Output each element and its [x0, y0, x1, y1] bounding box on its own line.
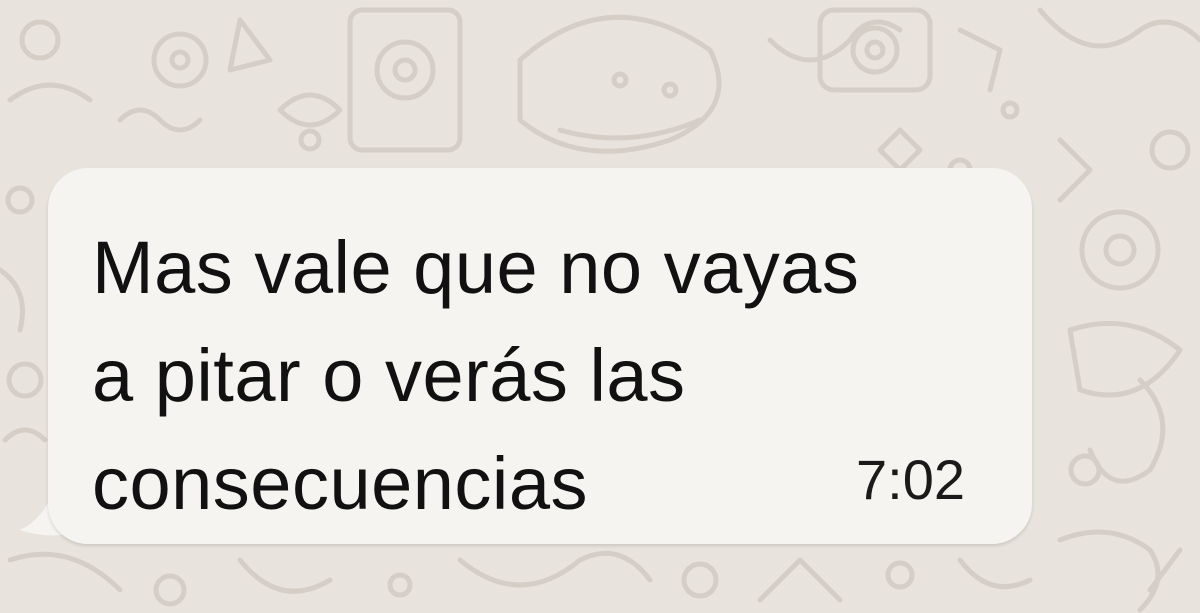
message-timestamp: 7:02 — [856, 448, 965, 511]
message-line-1: Mas vale que no vayas — [92, 226, 860, 309]
message-line-2: a pitar o verás las — [92, 334, 686, 417]
